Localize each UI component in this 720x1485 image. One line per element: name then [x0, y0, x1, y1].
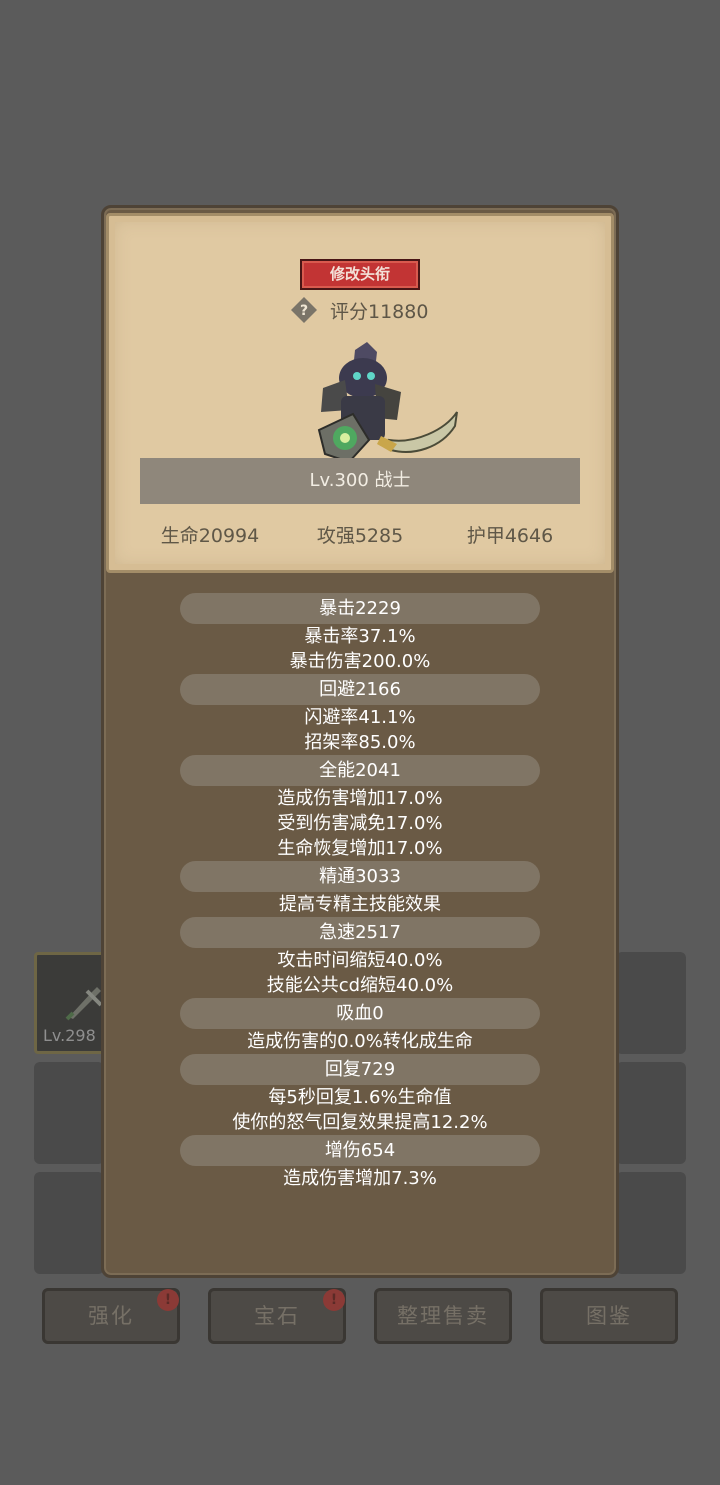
enhance-label: 强化 [88, 1304, 134, 1328]
codex-button[interactable]: 图鉴 [540, 1288, 678, 1344]
stat-group-mastery: 精通3033 提高专精主技能效果 [106, 861, 614, 917]
sort-sell-label: 整理售卖 [397, 1304, 489, 1328]
inventory-slot[interactable] [34, 1172, 104, 1274]
character-name-level: Lv.300 战士 [140, 458, 580, 504]
alert-badge: ! [323, 1289, 345, 1311]
alert-badge: ! [157, 1289, 179, 1311]
stat-line: 招架率85.0% [304, 732, 416, 753]
score-text: 评分11880 [330, 301, 429, 323]
attack-power-stat: 攻强5285 [316, 525, 404, 547]
stat-group-crit: 暴击2229 暴击率37.1% 暴击伤害200.0% [106, 593, 614, 674]
hp-stat: 生命20994 [160, 525, 260, 547]
change-title-button[interactable]: 修改头衔 [300, 259, 420, 290]
stat-line: 每5秒回复1.6%生命值 [268, 1087, 452, 1108]
stat-group-versatility: 全能2041 造成伤害增加17.0% 受到伤害减免17.0% 生命恢复增加17.… [106, 755, 614, 861]
stat-group-header: 精通3033 [180, 861, 540, 892]
stat-group-header: 增伤654 [180, 1135, 540, 1166]
stat-group-damage-bonus: 增伤654 造成伤害增加7.3% [106, 1135, 614, 1191]
inventory-slot[interactable] [34, 1062, 104, 1164]
inventory-slot[interactable] [616, 1172, 686, 1274]
stat-line: 受到伤害减免17.0% [277, 813, 443, 834]
warrior-character-icon [317, 342, 458, 464]
sort-sell-button[interactable]: 整理售卖 [374, 1288, 512, 1344]
gem-button[interactable]: 宝石 ! [208, 1288, 346, 1344]
question-icon[interactable]: ? [290, 296, 318, 324]
stat-line: 使你的怒气回复效果提高12.2% [232, 1112, 488, 1133]
stat-line: 暴击率37.1% [304, 626, 416, 647]
inventory-slot[interactable] [616, 952, 686, 1054]
armor-stat: 护甲4646 [466, 525, 554, 547]
svg-text:?: ? [300, 303, 308, 319]
secondary-stats-list: 暴击2229 暴击率37.1% 暴击伤害200.0% 回避2166 闪避率41.… [106, 593, 614, 1191]
stat-line: 生命恢复增加17.0% [277, 838, 443, 859]
stat-group-haste: 急速2517 攻击时间缩短40.0% 技能公共cd缩短40.0% [106, 917, 614, 998]
stat-group-header: 全能2041 [180, 755, 540, 786]
stat-line: 暴击伤害200.0% [289, 651, 431, 672]
stat-group-header: 急速2517 [180, 917, 540, 948]
codex-label: 图鉴 [586, 1304, 632, 1328]
stat-line: 提高专精主技能效果 [279, 894, 441, 915]
stat-group-header: 暴击2229 [180, 593, 540, 624]
stat-line: 造成伤害的0.0%转化成生命 [247, 1031, 473, 1052]
gem-label: 宝石 [254, 1304, 300, 1328]
stat-group-leech: 吸血0 造成伤害的0.0%转化成生命 [106, 998, 614, 1054]
item-level: Lv.298 [43, 1026, 96, 1045]
stat-line: 造成伤害增加17.0% [277, 788, 443, 809]
enhance-button[interactable]: 强化 ! [42, 1288, 180, 1344]
stat-group-regen: 回复729 每5秒回复1.6%生命值 使你的怒气回复效果提高12.2% [106, 1054, 614, 1135]
stat-line: 造成伤害增加7.3% [283, 1168, 437, 1189]
stat-group-header: 回复729 [180, 1054, 540, 1085]
stat-group-header: 吸血0 [180, 998, 540, 1029]
stat-line: 攻击时间缩短40.0% [277, 950, 443, 971]
stat-line: 技能公共cd缩短40.0% [266, 975, 454, 996]
stat-group-avoidance: 回避2166 闪避率41.1% 招架率85.0% [106, 674, 614, 755]
stat-line: 闪避率41.1% [304, 707, 416, 728]
inventory-slot[interactable] [616, 1062, 686, 1164]
stat-group-header: 回避2166 [180, 674, 540, 705]
